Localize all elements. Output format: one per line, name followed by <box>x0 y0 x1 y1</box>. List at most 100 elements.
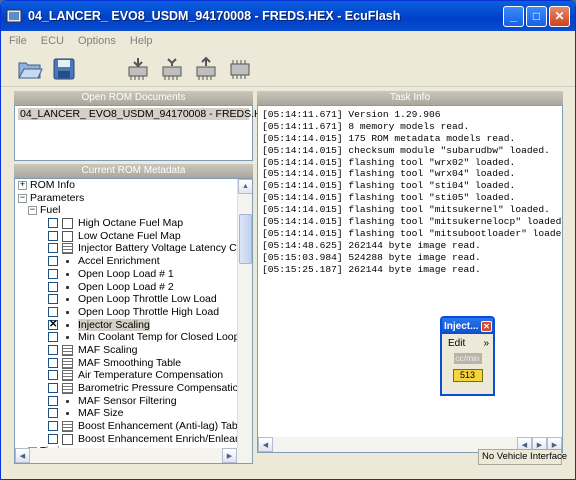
tree-item-checkbox[interactable] <box>48 395 58 406</box>
tree-item[interactable]: Low Octane Fuel Map <box>15 230 252 243</box>
tree-item-checkbox[interactable] <box>48 243 58 254</box>
tree-vertical-scrollbar[interactable]: ▲ <box>237 179 252 448</box>
tree-item-label: Min Coolant Temp for Closed Loop <box>78 331 240 344</box>
log-line: [05:14:14.015] checksum module "subarudb… <box>262 144 550 156</box>
collapse-icon[interactable]: − <box>28 206 37 216</box>
injector-close-button[interactable]: ✕ <box>481 320 492 332</box>
tree-item[interactable]: MAF Size <box>15 407 252 420</box>
log-lines: [05:14:11.671] Version 1.29.906 [05:14:11… <box>258 106 562 275</box>
log-line: [05:14:48.625] 262144 byte image read. <box>262 239 481 251</box>
menu-help[interactable]: Help <box>130 35 153 47</box>
ecu-write-icon[interactable] <box>191 54 221 84</box>
scalar-icon <box>66 336 69 340</box>
scalar-icon <box>66 298 69 302</box>
tree-item-label: Boost Enhancement Enrich/Enlean (An... <box>78 432 253 445</box>
tree-item-checkbox[interactable] <box>48 256 58 267</box>
tree-item[interactable]: Min Coolant Temp for Closed Loop <box>15 331 252 344</box>
ecuflash-window: 04_LANCER_ EVO8_USDM_94170008 - FREDS.HE… <box>0 0 576 480</box>
menu-options[interactable]: Options <box>78 35 116 47</box>
tree-item-checkbox[interactable] <box>48 433 58 444</box>
tree-item[interactable]: − Parameters <box>15 192 252 205</box>
scroll-up-icon[interactable]: ▲ <box>238 179 252 194</box>
injector-more-icon[interactable]: » <box>483 338 489 349</box>
title-bar[interactable]: 04_LANCER_ EVO8_USDM_94170008 - FREDS.HE… <box>1 1 575 31</box>
maximize-button[interactable]: □ <box>526 5 547 27</box>
tree-item-checkbox[interactable] <box>48 294 58 305</box>
log-line: [05:14:14.015] flashing tool "wrx02" loa… <box>262 156 516 168</box>
tree-item-checkbox[interactable] <box>48 357 58 368</box>
expand-icon[interactable]: + <box>18 181 27 190</box>
tree-item[interactable]: Boost Enhancement (Anti-lag) Table <box>15 420 252 433</box>
tree-item-checkbox[interactable] <box>48 218 58 229</box>
injector-unit-label: cc/min <box>453 353 482 364</box>
save-disk-icon[interactable] <box>49 54 79 84</box>
ecu-chip-icon[interactable] <box>225 54 255 84</box>
log-line: [05:15:25.187] 262144 byte image read. <box>262 263 481 275</box>
injector-window-titlebar[interactable]: Inject... ✕ <box>442 318 493 334</box>
tree-item-checkbox[interactable] <box>48 306 58 317</box>
open-rom-list: 04_LANCER_ EVO8_USDM_94170008 - FREDS.HE… <box>14 105 276 161</box>
tree-item[interactable]: Barometric Pressure Compensation <box>15 382 252 395</box>
open-rom-item[interactable]: 04_LANCER_ EVO8_USDM_94170008 - FREDS.HE… <box>18 108 276 120</box>
tree-item[interactable]: Air Temperature Compensation <box>15 369 252 382</box>
tree-item[interactable]: MAF Sensor Filtering <box>15 395 252 408</box>
menu-ecu[interactable]: ECU <box>41 35 64 47</box>
tree-item-label: Injector Scaling <box>78 318 150 332</box>
tree-item[interactable]: Injector Battery Voltage Latency Com... <box>15 242 252 255</box>
tree-item-checkbox[interactable] <box>48 408 58 419</box>
tree-item-label: MAF Sensor Filtering <box>78 394 177 407</box>
collapse-icon[interactable]: − <box>18 193 27 203</box>
menu-file[interactable]: File <box>9 35 27 47</box>
tree-item[interactable]: ✕ Injector Scaling <box>15 318 252 332</box>
task-info-header: Task Info <box>257 91 563 105</box>
tree-item[interactable]: MAF Smoothing Table <box>15 357 252 370</box>
injector-value-cell[interactable]: 513 <box>452 369 483 382</box>
tree-item-checkbox[interactable] <box>48 421 58 432</box>
tree-item[interactable]: Accel Enrichment <box>15 255 252 268</box>
tree-item-label: Low Octane Fuel Map <box>78 229 181 242</box>
ecu-read-icon[interactable] <box>123 54 153 84</box>
open-folder-icon[interactable] <box>15 54 45 84</box>
scroll-right-icon[interactable]: ▶ <box>222 448 237 463</box>
tree-item-label: High Octane Fuel Map <box>78 217 184 230</box>
log-line: [05:14:14.015] flashing tool "mitsubootl… <box>262 227 563 239</box>
injector-edit-menu[interactable]: Edit <box>448 338 465 349</box>
minimize-button[interactable]: _ <box>503 5 524 27</box>
table-2d-icon <box>62 357 73 369</box>
log-line: [05:14:14.015] flashing tool "sti04" loa… <box>262 180 516 192</box>
tree-item[interactable]: Open Loop Load # 2 <box>15 281 252 294</box>
tree-item-label: MAF Smoothing Table <box>78 356 182 369</box>
table-2d-icon <box>62 421 73 433</box>
window-title: 04_LANCER_ EVO8_USDM_94170008 - FREDS.HE… <box>28 9 401 23</box>
tree-item-checkbox[interactable] <box>48 332 58 343</box>
scalar-icon <box>66 399 69 403</box>
injector-scaling-window: Inject... ✕ Edit » cc/min 513 <box>440 316 495 396</box>
tree-item-checkbox[interactable] <box>48 230 58 241</box>
close-button[interactable]: ✕ <box>549 5 570 27</box>
tree-item-checkbox[interactable] <box>48 268 58 279</box>
table-2d-icon <box>62 344 73 356</box>
tree-item[interactable]: Open Loop Throttle High Load <box>15 306 252 319</box>
log-scroll-left-icon[interactable]: ◀ <box>258 437 273 452</box>
scroll-thumb[interactable] <box>239 214 252 264</box>
ecu-test-icon[interactable] <box>157 54 187 84</box>
tree-item-label: MAF Size <box>78 407 124 420</box>
tree-item-checkbox[interactable]: ✕ <box>48 319 58 330</box>
tree-item[interactable]: Open Loop Throttle Low Load <box>15 293 252 306</box>
tree-item[interactable]: MAF Scaling <box>15 344 252 357</box>
tree-item[interactable]: High Octane Fuel Map <box>15 217 252 230</box>
scroll-left-icon[interactable]: ◀ <box>15 448 30 463</box>
tree-item-checkbox[interactable] <box>48 370 58 381</box>
tree-item-checkbox[interactable] <box>48 281 58 292</box>
tree-item[interactable]: Open Loop Load # 1 <box>15 268 252 281</box>
tree-item[interactable]: − Fuel <box>15 204 252 217</box>
tree-item-checkbox[interactable] <box>48 344 58 355</box>
tree-item-label: MAF Scaling <box>78 343 138 356</box>
tree-horizontal-scrollbar[interactable]: ◀ ▶ <box>15 448 252 463</box>
table-3d-icon <box>62 433 73 445</box>
injector-window-title: Inject... <box>444 320 479 332</box>
tree-item[interactable]: Boost Enhancement Enrich/Enlean (An... <box>15 433 252 446</box>
tree-item[interactable]: + ROM Info <box>15 179 252 192</box>
tree-item-checkbox[interactable] <box>48 383 58 393</box>
scalar-icon <box>66 260 69 264</box>
